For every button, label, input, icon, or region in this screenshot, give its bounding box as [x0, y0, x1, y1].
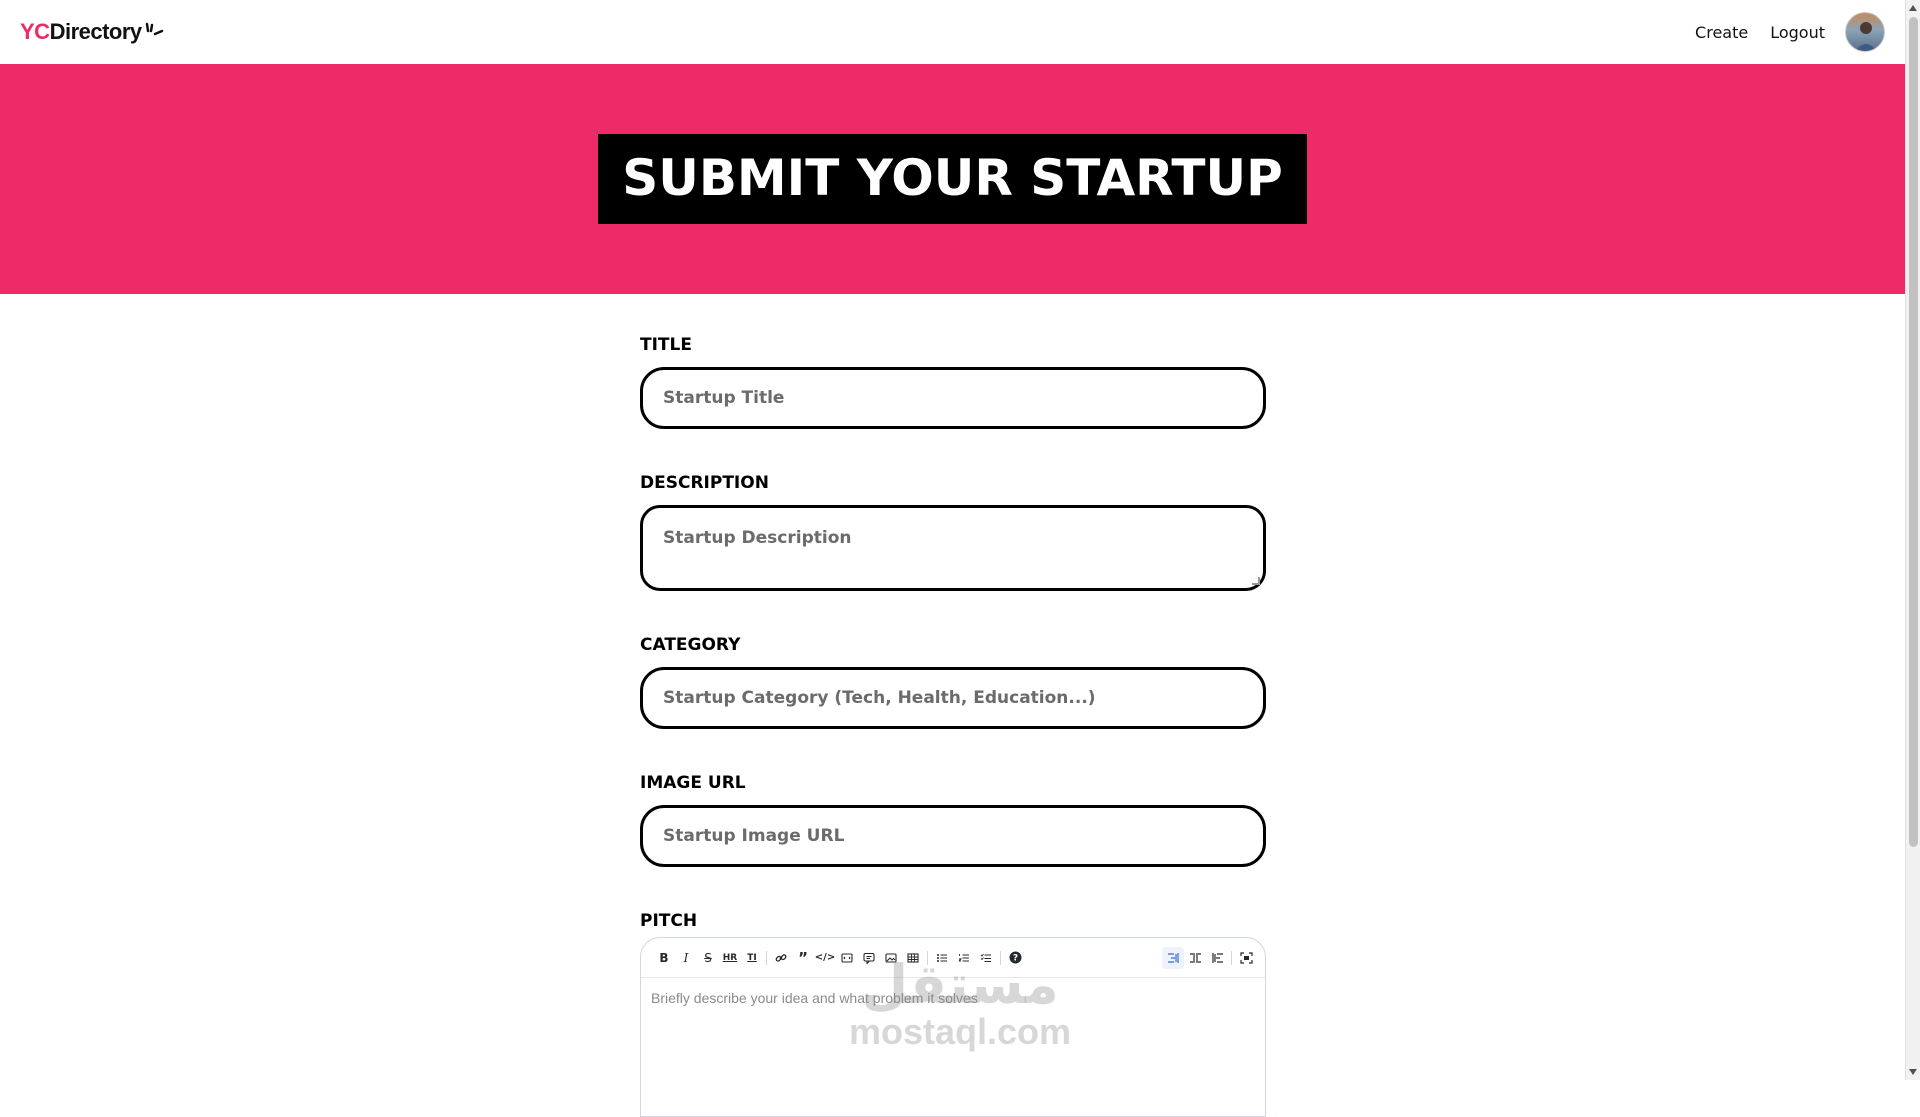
image-url-input[interactable]: Startup Image URL — [640, 805, 1266, 867]
hr-icon[interactable]: HR — [719, 947, 741, 969]
logo-spark-icon — [145, 22, 163, 36]
live-mode-icon[interactable] — [1184, 947, 1206, 969]
comment-icon[interactable] — [858, 947, 880, 969]
unordered-list-icon[interactable] — [931, 947, 953, 969]
toolbar-left-group: B I S HR TI ” </> ? — [653, 947, 1026, 969]
title-placeholder: Startup Title — [663, 388, 785, 408]
hero-banner: SUBMIT YOUR STARTUP — [0, 64, 1905, 294]
title-icon[interactable]: TI — [741, 947, 763, 969]
logout-link[interactable]: Logout — [1770, 23, 1825, 42]
pitch-placeholder: Briefly describe your idea and what prob… — [651, 990, 978, 1006]
pitch-label: Pitch — [640, 911, 698, 931]
table-icon[interactable] — [902, 947, 924, 969]
edit-mode-icon[interactable] — [1162, 946, 1184, 969]
ordered-list-icon[interactable] — [953, 947, 975, 969]
category-label: Category — [640, 635, 741, 655]
avatar[interactable] — [1845, 12, 1885, 52]
logo-directory-text: Directory — [49, 19, 143, 44]
help-icon[interactable]: ? — [1004, 947, 1026, 969]
toolbar-divider — [927, 950, 928, 965]
strikethrough-icon[interactable]: S — [697, 947, 719, 969]
toolbar-divider — [1231, 950, 1232, 965]
bold-icon[interactable]: B — [653, 947, 675, 969]
page-title: SUBMIT YOUR STARTUP — [598, 134, 1307, 224]
scroll-up-arrow-icon[interactable] — [1909, 5, 1917, 11]
toolbar-divider — [766, 950, 767, 965]
startup-form: Title Startup Title Description Startup … — [640, 335, 1266, 1117]
description-label: Description — [640, 473, 769, 493]
pitch-markdown-editor: B I S HR TI ” </> ? Briefly describe you… — [640, 937, 1266, 1117]
nav-actions: Create Logout — [1673, 12, 1885, 52]
code-block-icon[interactable] — [836, 947, 858, 969]
code-icon[interactable]: </> — [814, 947, 836, 969]
title-label: Title — [640, 335, 692, 355]
image-url-label: Image URL — [640, 773, 746, 793]
category-placeholder: Startup Category (Tech, Health, Educatio… — [663, 688, 1096, 708]
image-url-placeholder: Startup Image URL — [663, 826, 845, 846]
logo-yc-text: YC — [20, 19, 50, 44]
category-input[interactable]: Startup Category (Tech, Health, Educatio… — [640, 667, 1266, 729]
title-input[interactable]: Startup Title — [640, 367, 1266, 429]
editor-toolbar: B I S HR TI ” </> ? — [641, 938, 1265, 978]
link-icon[interactable] — [770, 947, 792, 969]
description-textarea[interactable]: Startup Description — [640, 505, 1266, 591]
preview-mode-icon[interactable] — [1206, 947, 1228, 969]
page-scrollbar[interactable] — [1905, 0, 1920, 1080]
resize-handle-icon[interactable] — [1252, 577, 1260, 585]
italic-icon[interactable]: I — [675, 947, 697, 969]
create-link[interactable]: Create — [1695, 23, 1748, 42]
pitch-textarea[interactable]: Briefly describe your idea and what prob… — [641, 978, 1265, 1116]
scrollbar-thumb[interactable] — [1909, 17, 1918, 847]
quote-icon[interactable]: ” — [792, 947, 814, 969]
description-placeholder: Startup Description — [663, 528, 852, 548]
toolbar-right-group — [1162, 946, 1257, 969]
svg-text:?: ? — [1012, 954, 1017, 964]
navbar: YC Directory Create Logout — [0, 0, 1905, 64]
fullscreen-icon[interactable] — [1235, 947, 1257, 969]
scroll-down-arrow-icon[interactable] — [1909, 1069, 1917, 1075]
toolbar-divider — [1000, 950, 1001, 965]
image-icon[interactable] — [880, 947, 902, 969]
avatar-person-icon — [1855, 22, 1877, 51]
checked-list-icon[interactable] — [975, 947, 997, 969]
logo[interactable]: YC Directory — [20, 19, 164, 45]
